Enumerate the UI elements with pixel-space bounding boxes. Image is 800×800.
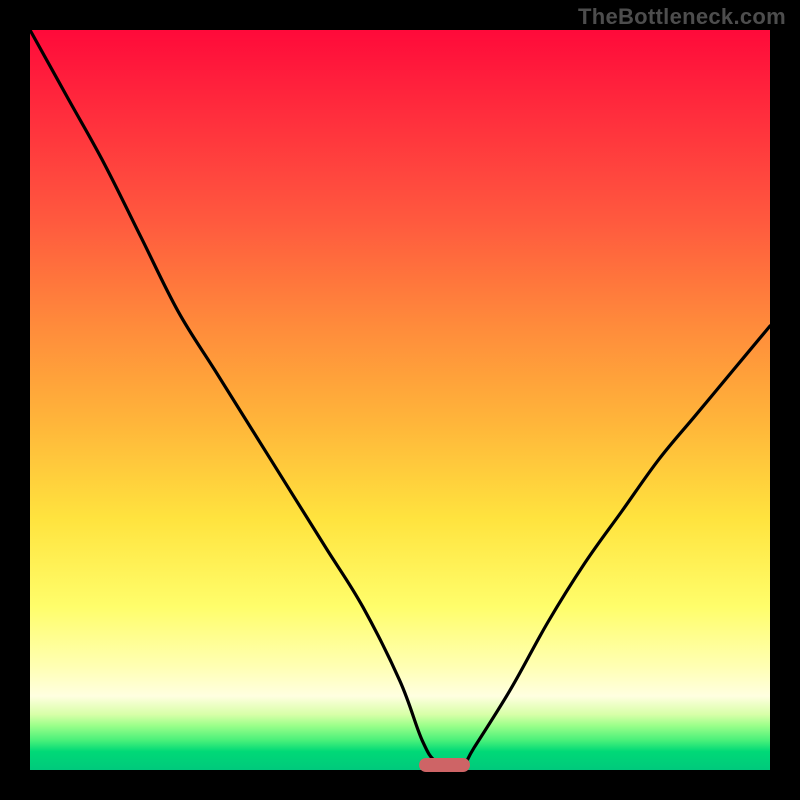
watermark-text: TheBottleneck.com [578,4,786,30]
chart-frame: TheBottleneck.com [0,0,800,800]
plot-area [30,30,770,770]
bottleneck-curve [30,30,770,770]
curve-path [30,30,770,770]
optimal-marker [419,758,471,772]
